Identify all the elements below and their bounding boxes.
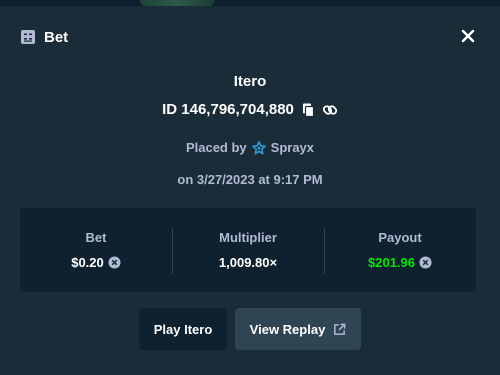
stat-bet: Bet $0.20: [20, 208, 172, 292]
payout-label: Payout: [378, 230, 422, 245]
copy-icon[interactable]: [300, 102, 316, 118]
bet-id-row: ID 146,796,704,880: [0, 101, 500, 118]
play-button-label: Play Itero: [153, 321, 213, 337]
payout-value: $201.96: [368, 255, 415, 270]
username-link[interactable]: Sprayx: [271, 140, 314, 155]
bet-value: $0.20: [71, 255, 104, 270]
currency-icon: [419, 256, 432, 269]
action-buttons: Play Itero View Replay: [0, 308, 500, 350]
link-icon[interactable]: [322, 102, 338, 118]
bet-slip-icon: [21, 30, 35, 44]
modal-title: Bet: [44, 28, 69, 46]
multiplier-value: 1,009.80×: [218, 255, 278, 270]
payout-amount: $201.96: [368, 255, 432, 270]
bet-amount: $0.20: [71, 255, 121, 270]
close-icon[interactable]: [460, 28, 476, 44]
bet-date: on 3/27/2023 at 9:17 PM: [177, 172, 323, 187]
bet-stats-panel: Bet $0.20 Multiplier 1,009.80× Payout $2…: [20, 208, 476, 292]
vip-star-icon: [251, 140, 266, 154]
play-game-button[interactable]: Play Itero: [139, 308, 227, 350]
placed-by-label: Placed by: [185, 140, 247, 155]
bet-label: Bet: [85, 230, 107, 245]
replay-button-label: View Replay: [249, 321, 326, 337]
currency-icon: [108, 256, 121, 269]
modal-header: Bet: [20, 28, 68, 46]
placed-by-row: Placed by Sprayx: [0, 140, 500, 155]
bet-id: ID 146,796,704,880: [162, 101, 294, 118]
bet-modal: Bet Itero ID 146,796,704,880 Placed by S…: [0, 6, 500, 375]
multiplier-label: Multiplier: [219, 230, 277, 245]
game-name: Itero: [233, 73, 267, 90]
stat-multiplier: Multiplier 1,009.80×: [172, 208, 324, 292]
external-link-icon: [334, 323, 346, 335]
view-replay-button[interactable]: View Replay: [235, 308, 361, 350]
stat-payout: Payout $201.96: [324, 208, 476, 292]
